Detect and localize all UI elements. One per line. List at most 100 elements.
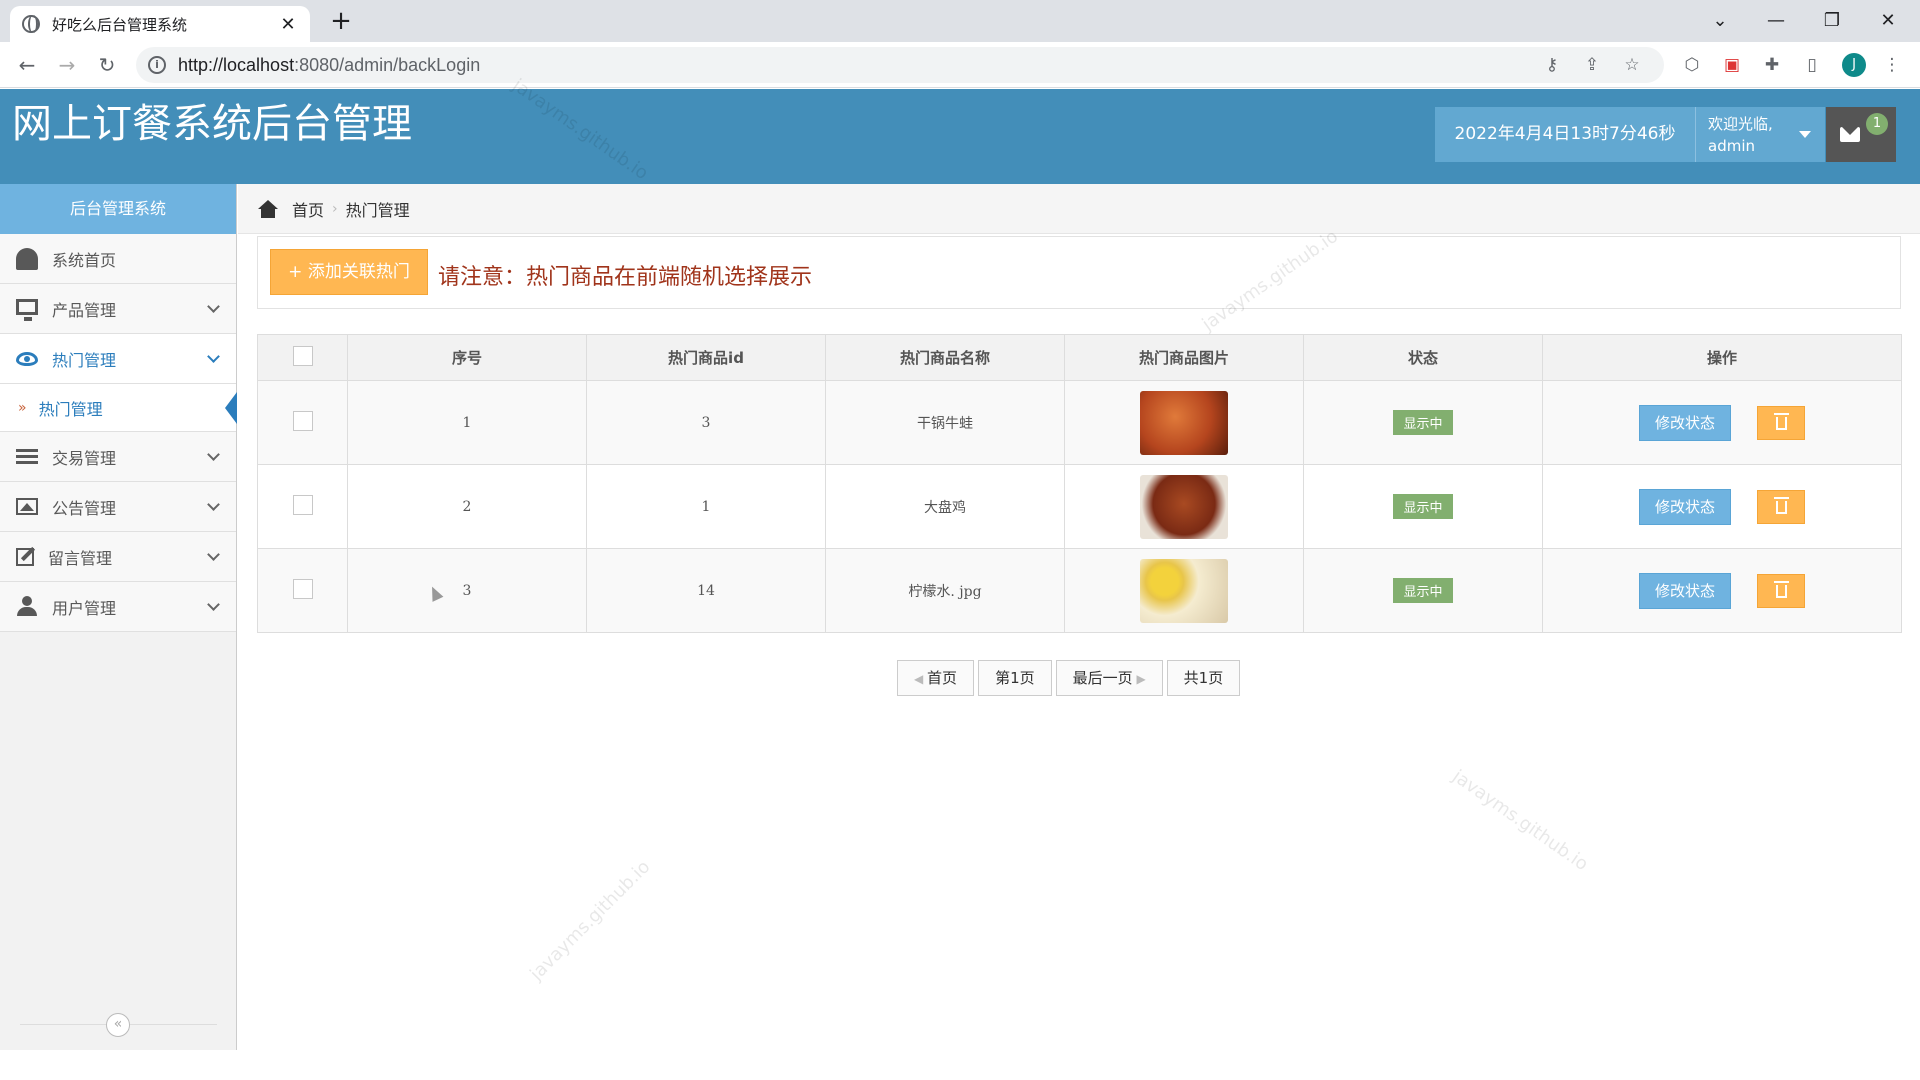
star-icon[interactable]: ☆ xyxy=(1620,53,1644,77)
new-tab-button[interactable]: + xyxy=(326,6,356,36)
food-image xyxy=(1140,474,1228,539)
row-checkbox[interactable] xyxy=(292,494,313,515)
list-icon xyxy=(16,448,38,465)
cell-id: 1 xyxy=(586,464,826,549)
browser-tab[interactable]: 好吃么后台管理系统 ✕ xyxy=(10,6,310,42)
food-image xyxy=(1140,558,1228,623)
breadcrumb-current: 热门管理 xyxy=(345,200,410,220)
cell-no: 1 xyxy=(347,380,587,465)
modify-status-button[interactable]: 修改状态 xyxy=(1639,488,1731,525)
tab-close-icon[interactable]: ✕ xyxy=(278,14,298,35)
hot-items-table: 序号 热门商品id 热门商品名称 热门商品图片 状态 操作 1 3 干锅牛蛙 显… xyxy=(257,334,1902,633)
watermark: javayms.github.io xyxy=(508,74,652,185)
share-icon[interactable]: ⇪ xyxy=(1580,53,1604,77)
table-header-row: 序号 热门商品id 热门商品名称 热门商品图片 状态 操作 xyxy=(257,334,1902,381)
trash-icon xyxy=(1774,580,1789,598)
sidebar-item-notices[interactable]: 公告管理 xyxy=(0,482,236,532)
row-checkbox-cell xyxy=(257,548,348,633)
pager-last[interactable]: 最后一页 ▶ xyxy=(1055,660,1163,696)
menu-dots-icon[interactable]: ⋮ xyxy=(1880,53,1904,77)
back-icon[interactable]: ← xyxy=(12,50,42,80)
status-badge: 显示中 xyxy=(1393,578,1453,603)
profile-avatar[interactable]: J xyxy=(1842,53,1866,77)
dashboard-icon xyxy=(16,247,38,270)
forward-icon[interactable]: → xyxy=(52,50,82,80)
sidebar-item-dashboard[interactable]: 系统首页 xyxy=(0,234,236,284)
sidebar-item-products[interactable]: 产品管理 xyxy=(0,284,236,334)
sidebar-item-label: 产品管理 xyxy=(52,300,117,320)
watermark: javayms.github.io xyxy=(526,856,655,985)
window-close-icon[interactable]: ✕ xyxy=(1868,6,1908,36)
column-header: 序号 xyxy=(347,334,587,381)
sidebar-item-label: 系统首页 xyxy=(52,250,117,270)
pager-first[interactable]: ◀ 首页 xyxy=(897,660,975,696)
modify-status-button[interactable]: 修改状态 xyxy=(1639,404,1731,441)
chevron-down-icon xyxy=(207,300,220,313)
double-angle-right-icon: » xyxy=(18,399,27,416)
status-badge: 显示中 xyxy=(1393,410,1453,435)
cell-image xyxy=(1064,548,1304,633)
site-info-icon[interactable]: i xyxy=(148,56,166,74)
pager-page[interactable]: 第1页 xyxy=(978,660,1052,696)
sidebar-item-users[interactable]: 用户管理 xyxy=(0,582,236,632)
cell-no: 3 xyxy=(347,548,587,633)
caret-right-icon: ▶ xyxy=(1132,672,1146,686)
delete-button[interactable] xyxy=(1757,573,1805,608)
users-icon xyxy=(16,595,38,618)
breadcrumb: 首页 › 热门管理 xyxy=(238,184,1920,234)
sidebar-subitem-hot[interactable]: » 热门管理 xyxy=(0,384,237,432)
restore-icon[interactable]: ❐ xyxy=(1812,6,1852,36)
tab-search-icon[interactable]: ⌄ xyxy=(1700,6,1740,36)
cell-no: 2 xyxy=(347,464,587,549)
reload-icon[interactable]: ↻ xyxy=(92,50,122,80)
modify-status-button[interactable]: 修改状态 xyxy=(1639,572,1731,609)
sidebar-item-label: 公告管理 xyxy=(52,498,117,518)
extension-fe-icon[interactable]: ▣ xyxy=(1720,53,1744,77)
minimize-icon[interactable]: — xyxy=(1756,6,1796,36)
trash-icon xyxy=(1774,412,1789,430)
pagination: ◀ 首页 第1页 最后一页 ▶ 共1页 xyxy=(897,660,1244,696)
user-menu[interactable]: 欢迎光临, admin xyxy=(1695,107,1825,162)
collapse-sidebar-button[interactable]: « xyxy=(106,1013,130,1037)
app-header: 网上订餐系统后台管理 javayms.github.io 2022年4月4日13… xyxy=(0,75,1920,184)
messages-button[interactable]: 1 xyxy=(1826,107,1896,162)
sidebar-item-trades[interactable]: 交易管理 xyxy=(0,432,236,482)
row-checkbox[interactable] xyxy=(292,578,313,599)
row-checkbox[interactable] xyxy=(292,410,313,431)
extension-vue-icon[interactable]: ⬡ xyxy=(1680,53,1704,77)
watermark: javayms.github.io xyxy=(1448,765,1592,876)
address-bar[interactable]: i http://localhost:8080/admin/backLogin … xyxy=(136,47,1664,83)
breadcrumb-home[interactable]: 首页 xyxy=(292,197,324,221)
caret-down-icon xyxy=(1799,131,1811,138)
envelope-icon xyxy=(1840,127,1860,142)
notice-text: 请注意：热门商品在前端随机选择展示 xyxy=(438,265,813,290)
side-panel-icon[interactable]: ▯ xyxy=(1800,53,1824,77)
sidebar-item-label: 用户管理 xyxy=(52,598,117,618)
cell-id: 14 xyxy=(586,548,826,633)
sidebar-collapse: « xyxy=(20,1013,217,1037)
cell-id: 3 xyxy=(586,380,826,465)
key-icon[interactable]: ⚷ xyxy=(1540,53,1564,77)
message-count-badge: 1 xyxy=(1866,113,1888,135)
cell-status: 显示中 xyxy=(1303,548,1543,633)
delete-button[interactable] xyxy=(1757,405,1805,440)
sidebar-item-label: 交易管理 xyxy=(52,448,117,468)
cell-name: 干锅牛蛙 xyxy=(825,380,1065,465)
sidebar-item-hot[interactable]: 热门管理 xyxy=(0,334,236,384)
pager-total: 共1页 xyxy=(1166,660,1241,696)
column-header: 热门商品名称 xyxy=(825,334,1065,381)
select-all-checkbox[interactable] xyxy=(292,345,313,366)
home-icon xyxy=(258,199,278,218)
username: admin xyxy=(1708,137,1755,155)
sidebar-heading: 后台管理系统 xyxy=(0,184,236,234)
extensions-puzzle-icon[interactable]: ✚ xyxy=(1760,53,1784,77)
caret-left-icon: ◀ xyxy=(914,672,928,686)
row-checkbox-cell xyxy=(257,464,348,549)
sidebar-item-messages[interactable]: 留言管理 xyxy=(0,532,236,582)
food-image xyxy=(1140,390,1228,455)
picture-icon xyxy=(16,498,38,515)
delete-button[interactable] xyxy=(1757,489,1805,524)
add-hot-button[interactable]: + 添加关联热门 xyxy=(270,249,428,295)
action-bar: + 添加关联热门 请注意：热门商品在前端随机选择展示 xyxy=(257,236,1901,309)
status-badge: 显示中 xyxy=(1393,494,1453,519)
